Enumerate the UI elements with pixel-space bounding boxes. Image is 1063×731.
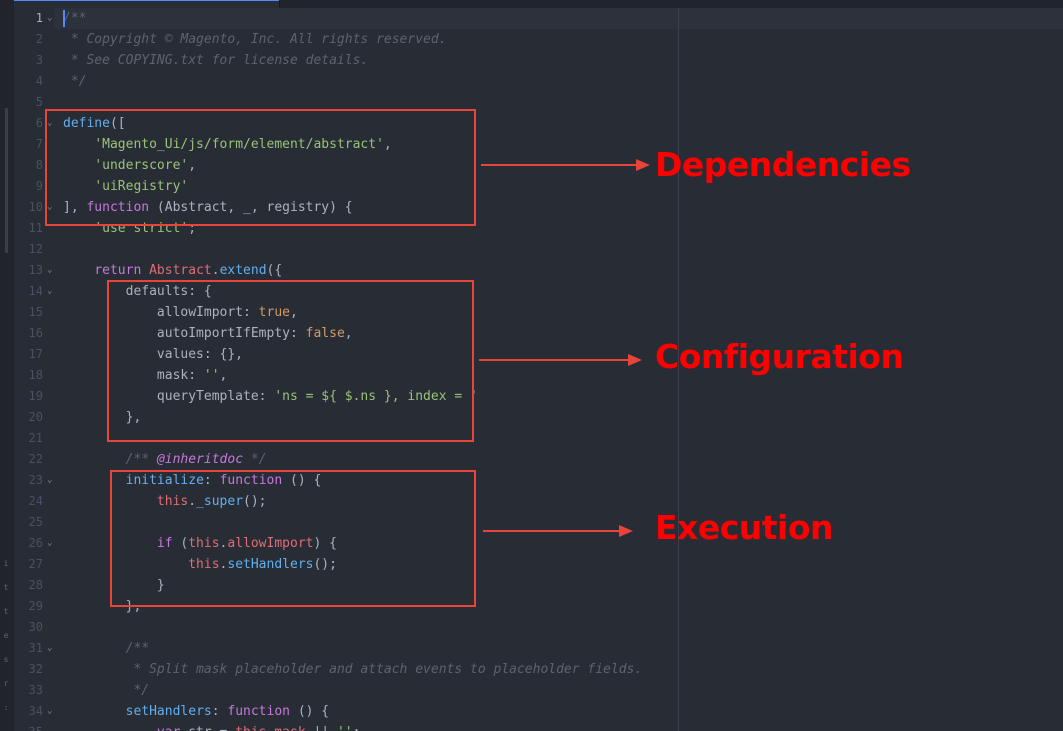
dependencies-arrow xyxy=(481,164,637,166)
configuration-arrow xyxy=(479,359,629,361)
execution-label: Execution xyxy=(655,508,834,547)
configuration-highlight-box xyxy=(107,280,474,442)
code-token: */ xyxy=(243,452,267,467)
code-line: setHandlers: function () { xyxy=(63,701,330,722)
code-token: * See COPYING.txt for license details. xyxy=(63,53,369,68)
dependencies-label: Dependencies xyxy=(655,145,911,184)
code-line: * Split mask placeholder and attach even… xyxy=(63,659,642,680)
code-line: * Copyright © Magento, Inc. All rights r… xyxy=(63,29,447,50)
configuration-arrowhead xyxy=(628,354,642,366)
code-token: mask xyxy=(274,725,305,731)
dependencies-highlight-box xyxy=(45,109,476,226)
code-token: return xyxy=(94,263,142,278)
code-token: '' xyxy=(337,725,353,731)
code-token: ({ xyxy=(266,263,283,278)
code-line: /** xyxy=(63,8,86,29)
code-line: /** @inheritdoc */ xyxy=(63,449,267,470)
code-token: /** xyxy=(125,452,157,467)
tab-divider xyxy=(279,0,280,8)
code-token: /** xyxy=(125,641,150,656)
code-token: /** xyxy=(63,11,87,26)
code-token: : xyxy=(211,704,228,719)
code-token: */ xyxy=(63,74,87,89)
code-token: * Split mask placeholder and attach even… xyxy=(125,662,643,677)
code-token: ; xyxy=(353,725,361,731)
code-line: return Abstract.extend({ xyxy=(63,260,282,281)
configuration-label: Configuration xyxy=(655,337,904,376)
code-token: function xyxy=(227,704,290,719)
code-line: * See COPYING.txt for license details. xyxy=(63,50,368,71)
dependencies-arrowhead xyxy=(636,159,650,171)
tab-bar xyxy=(14,0,1063,9)
code-token: str = xyxy=(180,725,235,731)
code-token: */ xyxy=(125,683,150,698)
code-token: Abstract xyxy=(149,263,212,278)
code-token: @inheritdoc xyxy=(156,452,244,467)
code-token: var xyxy=(157,725,180,731)
code-line: var str = this.mask || ''; xyxy=(63,722,361,731)
code-token: * Copyright © Magento, Inc. All rights r… xyxy=(63,32,447,47)
code-token: () { xyxy=(290,704,330,719)
execution-arrowhead xyxy=(619,525,633,537)
code-line: */ xyxy=(63,71,87,92)
code-line: /** xyxy=(63,638,149,659)
text-cursor xyxy=(63,10,65,27)
execution-arrow xyxy=(483,530,620,532)
execution-highlight-box xyxy=(110,470,476,607)
code-line: */ xyxy=(63,680,149,701)
code-token: extend xyxy=(219,263,267,278)
code-token: || xyxy=(306,725,337,731)
code-token: . xyxy=(211,263,220,278)
code-token: this xyxy=(235,725,266,731)
code-token: setHandlers xyxy=(125,704,212,719)
